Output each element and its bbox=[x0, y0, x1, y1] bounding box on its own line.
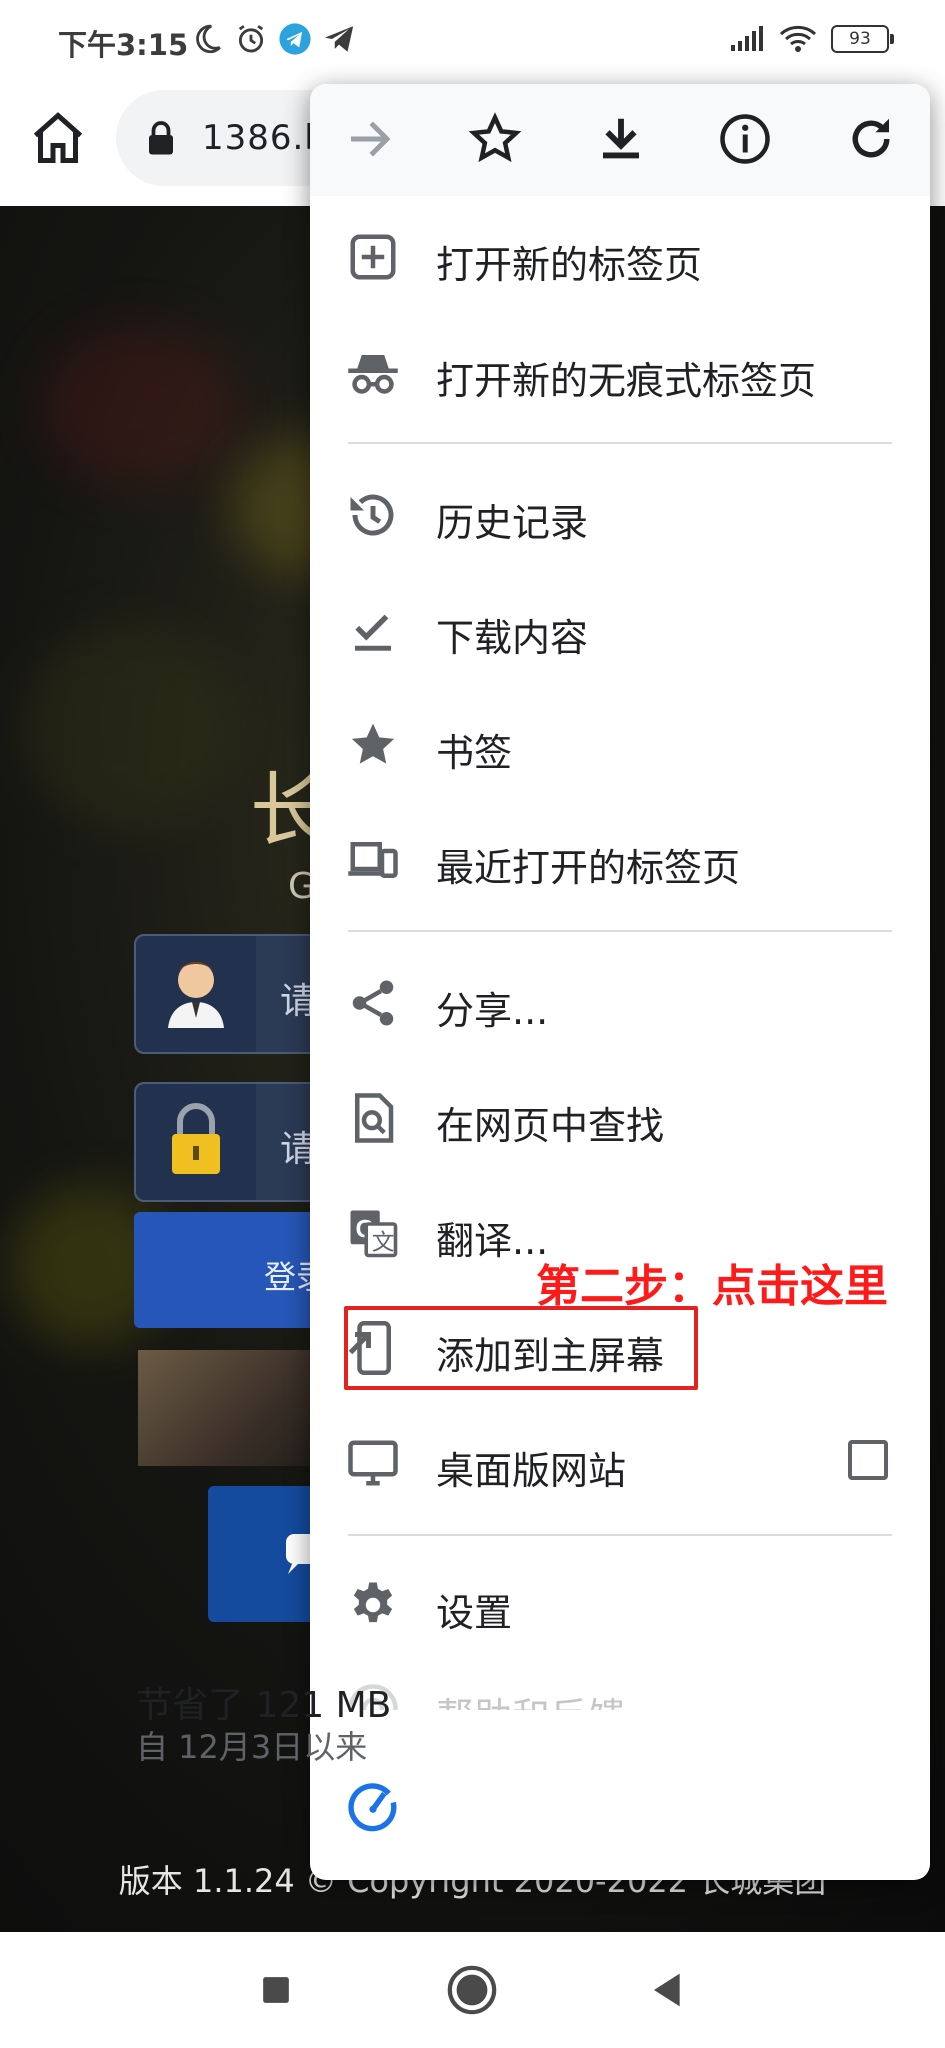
menu-item-label: 历史记录 bbox=[436, 501, 589, 545]
data-saver-subtitle: 自 12月3日以来 bbox=[136, 1728, 368, 1766]
menu-divider bbox=[348, 442, 892, 444]
menu-item-new-tab[interactable]: 打开新的标签页 bbox=[310, 198, 930, 313]
lock-icon bbox=[149, 121, 173, 155]
share-icon bbox=[352, 980, 394, 1026]
menu-item-label: 设置 bbox=[436, 1591, 513, 1635]
settings-icon bbox=[353, 1582, 393, 1623]
menu-item-help[interactable]: 帮助和反馈 bbox=[310, 1650, 930, 1710]
promo-thumbnail[interactable] bbox=[138, 1350, 338, 1466]
battery-level: 93 bbox=[849, 29, 871, 49]
star-icon[interactable] bbox=[468, 112, 522, 166]
menu-item-label: 最近打开的标签页 bbox=[436, 846, 741, 890]
menu-top-bar bbox=[310, 84, 930, 196]
status-time: 下午3:15 bbox=[58, 28, 189, 62]
menu-item-label: 打开新的无痕式标签页 bbox=[436, 359, 817, 403]
menu-item-settings[interactable]: 设置 bbox=[310, 1546, 930, 1661]
menu-item-label: 打开新的标签页 bbox=[436, 243, 703, 287]
new-tab-icon bbox=[350, 234, 396, 280]
menu-item-label: 书签 bbox=[436, 731, 513, 775]
menu-item-recent-tabs[interactable]: 最近打开的标签页 bbox=[310, 801, 930, 916]
menu-item-label: 翻译... bbox=[436, 1219, 549, 1263]
menu-item-find-in-page[interactable]: 在网页中查找 bbox=[310, 1059, 930, 1174]
home-circle-icon[interactable] bbox=[444, 1962, 500, 2018]
menu-item-label: 分享... bbox=[436, 989, 549, 1033]
translate-icon: G 文 bbox=[350, 1210, 398, 1258]
menu-item-share[interactable]: 分享... bbox=[310, 944, 930, 1059]
menu-item-label: 在网页中查找 bbox=[436, 1104, 665, 1148]
data-saver-title[interactable]: 节省了 121 MB bbox=[136, 1676, 391, 1728]
status-notification-icons bbox=[190, 22, 356, 56]
menu-item-desktop-site[interactable]: 桌面版网站 bbox=[310, 1404, 930, 1519]
user-avatar-icon bbox=[136, 936, 256, 1052]
menu-item-history[interactable]: 历史记录 bbox=[310, 456, 930, 571]
desktop-icon bbox=[348, 1440, 398, 1486]
moon-icon bbox=[196, 24, 221, 54]
recent-tabs-icon bbox=[348, 842, 398, 878]
alarm-icon bbox=[238, 25, 264, 53]
download-icon[interactable] bbox=[594, 112, 648, 166]
back-triangle-icon[interactable] bbox=[640, 1962, 696, 2018]
find-in-page-icon bbox=[355, 1093, 394, 1143]
menu-item-bookmarks[interactable]: 书签 bbox=[310, 686, 930, 801]
overflow-menu: 打开新的标签页 打开新的无痕式标签页 历史记录 下载内容 书签 最近打开的标签页… bbox=[310, 84, 930, 1880]
data-saver-icon bbox=[348, 1783, 397, 1832]
send-icon bbox=[324, 26, 354, 52]
status-bar: 下午3:15 93 bbox=[0, 0, 945, 86]
menu-item-downloads[interactable]: 下载内容 bbox=[310, 571, 930, 686]
menu-item-label: 桌面版网站 bbox=[436, 1449, 627, 1493]
menu-item-incognito[interactable]: 打开新的无痕式标签页 bbox=[310, 314, 930, 429]
menu-item-label: 下载内容 bbox=[436, 616, 589, 660]
menu-divider bbox=[348, 930, 892, 932]
menu-item-label: 帮助和反馈 bbox=[436, 1686, 626, 1710]
history-icon bbox=[350, 494, 394, 536]
step-annotation: 第二步：点击这里 bbox=[536, 1261, 888, 1312]
telegram-icon bbox=[279, 23, 311, 55]
status-system-icons: 93 bbox=[729, 24, 894, 54]
incognito-icon bbox=[348, 355, 398, 394]
forward-icon[interactable] bbox=[342, 112, 396, 166]
navigation-bar bbox=[0, 1932, 945, 2048]
desktop-site-checkbox[interactable] bbox=[848, 1440, 888, 1480]
padlock-icon bbox=[136, 1084, 256, 1200]
svg-text:文: 文 bbox=[372, 1230, 395, 1256]
bookmarks-icon bbox=[351, 723, 395, 764]
menu-divider bbox=[348, 1534, 892, 1536]
battery-icon: 93 bbox=[831, 25, 894, 53]
signal-icon bbox=[731, 26, 763, 51]
downloads-icon bbox=[355, 614, 391, 651]
recents-square-icon[interactable] bbox=[248, 1962, 304, 2018]
info-icon[interactable] bbox=[718, 112, 772, 166]
url-text: 1386.b bbox=[202, 118, 327, 158]
highlight-box bbox=[344, 1306, 698, 1390]
home-icon[interactable] bbox=[28, 108, 88, 168]
wifi-icon bbox=[779, 25, 817, 52]
refresh-icon[interactable] bbox=[844, 112, 898, 166]
